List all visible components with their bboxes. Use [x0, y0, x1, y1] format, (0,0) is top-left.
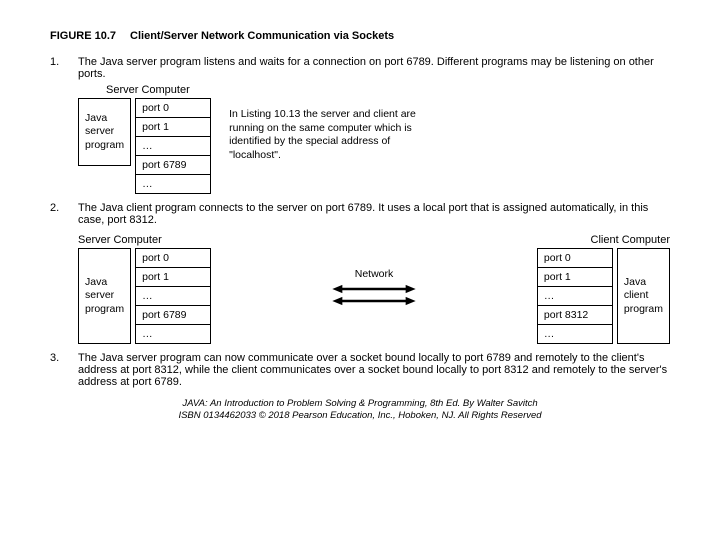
- step-2-number: 2.: [50, 202, 64, 344]
- double-arrow-icon: [332, 284, 416, 294]
- localhost-sidenote: In Listing 10.13 the server and client a…: [229, 108, 419, 163]
- step-2-text: The Java client program connects to the …: [78, 202, 670, 226]
- port-cell: …: [136, 175, 211, 194]
- network-label: Network: [355, 268, 394, 280]
- client-computer-caption: Client Computer: [591, 234, 670, 246]
- step-1: 1. The Java server program listens and w…: [50, 56, 670, 194]
- port-cell: port 6789: [136, 306, 211, 325]
- port-cell: port 8312: [537, 306, 612, 325]
- server-port-list-1: port 0 port 1 … port 6789 …: [135, 98, 211, 194]
- step-1-text: The Java server program listens and wait…: [78, 56, 670, 80]
- port-cell: …: [136, 137, 211, 156]
- port-cell: port 1: [136, 268, 211, 287]
- step-1-number: 1.: [50, 56, 64, 194]
- double-arrow-icon: [332, 296, 416, 306]
- port-cell: …: [136, 325, 211, 344]
- port-cell: …: [537, 287, 612, 306]
- network-column: Network: [217, 268, 531, 306]
- port-cell: …: [537, 325, 612, 344]
- port-cell: port 6789: [136, 156, 211, 175]
- port-cell: port 0: [136, 99, 211, 118]
- footer-line-1: JAVA: An Introduction to Problem Solving…: [50, 398, 670, 410]
- port-cell: …: [136, 287, 211, 306]
- port-cell: port 1: [537, 268, 612, 287]
- server-port-list-2: port 0 port 1 … port 6789 …: [135, 248, 211, 344]
- figure-heading: FIGURE 10.7 Client/Server Network Commun…: [50, 30, 670, 42]
- port-cell: port 1: [136, 118, 211, 137]
- step-2: 2. The Java client program connects to t…: [50, 202, 670, 344]
- java-client-program-box: Java client program: [617, 248, 670, 344]
- step-3: 3. The Java server program can now commu…: [50, 352, 670, 388]
- step-3-text: The Java server program can now communic…: [78, 352, 670, 388]
- java-server-program-box-2: Java server program: [78, 248, 131, 344]
- step-3-number: 3.: [50, 352, 64, 388]
- figure-label: FIGURE 10.7: [50, 30, 116, 42]
- java-server-program-box-1: Java server program: [78, 98, 131, 166]
- figure-title: Client/Server Network Communication via …: [130, 30, 394, 42]
- footer-line-2: ISBN 0134462033 © 2018 Pearson Education…: [50, 410, 670, 422]
- footer: JAVA: An Introduction to Problem Solving…: [50, 398, 670, 422]
- port-cell: port 0: [136, 249, 211, 268]
- server-computer-caption-1: Server Computer: [106, 84, 670, 96]
- server-computer-caption-2: Server Computer: [78, 234, 162, 246]
- client-port-list: port 0 port 1 … port 8312 …: [537, 248, 613, 344]
- port-cell: port 0: [537, 249, 612, 268]
